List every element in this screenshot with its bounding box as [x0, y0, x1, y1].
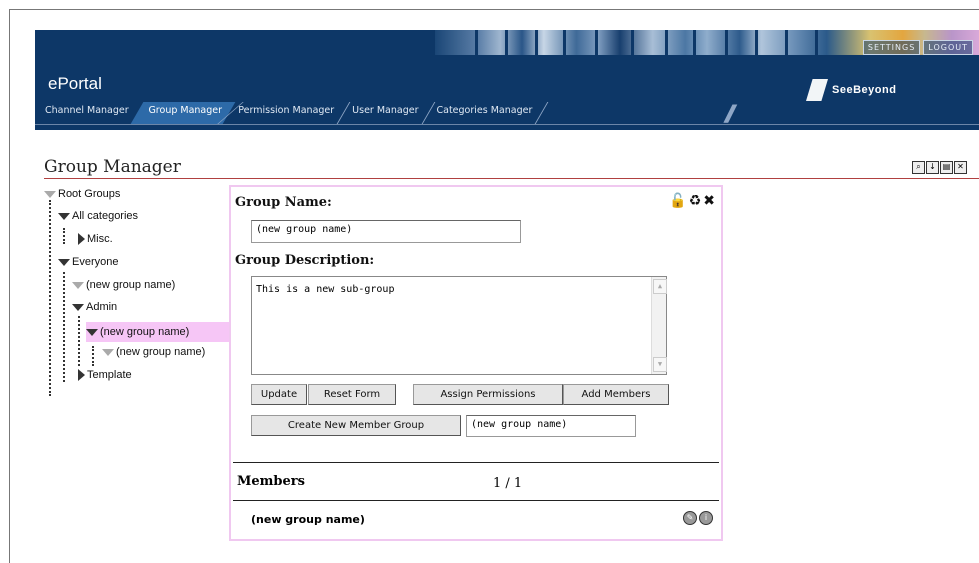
tab-user-manager[interactable]: User Manager [342, 102, 426, 124]
group-description-textarea[interactable]: This is a new sub-group ▲ ▼ [251, 276, 667, 375]
group-name-label: Group Name: [235, 195, 332, 210]
tree-node-everyone[interactable]: Everyone [58, 256, 118, 268]
tab-permission-manager[interactable]: Permission Manager [228, 102, 342, 124]
tree-node-admin-grandchild[interactable]: (new group name) [102, 346, 205, 358]
header-divider [35, 124, 979, 125]
portal-header: SETTINGS LOGOUT ePortal SeeBeyond Channe… [35, 30, 979, 130]
tree-node-template[interactable]: Template [76, 369, 132, 381]
expand-triangle-icon [72, 281, 84, 289]
expand-triangle-icon [58, 258, 70, 266]
brand-name: ePortal [48, 74, 102, 93]
update-button[interactable]: Update [251, 384, 307, 405]
group-description-text: This is a new sub-group [256, 284, 395, 295]
page-title: Group Manager [44, 157, 181, 177]
tab-group-manager[interactable]: Group Manager [130, 102, 235, 124]
seebeyond-logo: SeeBeyond [806, 79, 896, 101]
group-description-label: Group Description: [235, 253, 375, 268]
search-icon[interactable]: ⌕ [912, 161, 925, 174]
expand-triangle-icon [58, 212, 70, 220]
scroll-up-icon[interactable]: ▲ [653, 279, 667, 294]
restore-icon[interactable]: ▤ [940, 161, 953, 174]
tree-node-admin-child-selected[interactable]: (new group name) [86, 322, 230, 342]
expand-triangle-icon [44, 190, 56, 198]
delete-icon[interactable]: ✖ [703, 193, 715, 209]
tree-node-admin[interactable]: Admin [72, 301, 117, 313]
textarea-scrollbar[interactable]: ▲ ▼ [651, 277, 667, 374]
members-label: Members [237, 474, 305, 489]
tree-guide [78, 316, 81, 366]
assign-permissions-button[interactable]: Assign Permissions [413, 384, 563, 405]
reset-form-button[interactable]: Reset Form [308, 384, 396, 405]
close-icon[interactable]: ✕ [954, 161, 967, 174]
members-top-rule [233, 462, 719, 463]
unlock-icon[interactable]: 🔓 [669, 193, 686, 209]
expand-triangle-icon [72, 303, 84, 311]
collapse-triangle-icon [78, 369, 85, 381]
members-row-rule [233, 500, 719, 501]
group-name-input[interactable]: (new group name) [251, 220, 521, 243]
tree-node-root-groups[interactable]: Root Groups [44, 188, 120, 200]
tree-node-all-categories[interactable]: All categories [58, 210, 138, 222]
create-member-group-button[interactable]: Create New Member Group [251, 415, 461, 436]
tree-guide [63, 228, 66, 244]
trash-icon[interactable]: ♻ [689, 193, 702, 209]
logout-link[interactable]: LOGOUT [923, 40, 973, 55]
expand-triangle-icon [86, 328, 98, 336]
tree-node-everyone-child[interactable]: (new group name) [72, 279, 175, 291]
tab-channel-manager[interactable]: Channel Manager [35, 102, 137, 124]
add-members-button[interactable]: Add Members [563, 384, 669, 405]
tree-guide [63, 272, 66, 382]
member-row-icons: ✎ i [683, 511, 713, 525]
member-row-name[interactable]: (new group name) [251, 513, 365, 526]
tree-guide [92, 346, 95, 366]
tree-node-misc[interactable]: Misc. [76, 233, 113, 245]
top-links: SETTINGS LOGOUT [862, 40, 973, 55]
panel-icons: 🔓 ♻ ✖ [669, 193, 715, 209]
info-icon[interactable]: i [699, 511, 713, 525]
new-member-group-input[interactable]: (new group name) [466, 415, 636, 437]
tab-categories-manager[interactable]: Categories Manager [427, 102, 541, 124]
members-page-count: 1 / 1 [493, 476, 523, 491]
window-controls: ⌕ ↓ ▤ ✕ [912, 161, 967, 174]
logo-text: SeeBeyond [832, 84, 897, 96]
tree-guide [49, 200, 52, 396]
collapse-triangle-icon [78, 233, 85, 245]
group-edit-panel: Group Name: 🔓 ♻ ✖ (new group name) Group… [229, 185, 723, 541]
expand-triangle-icon [102, 348, 114, 356]
scroll-down-icon[interactable]: ▼ [653, 357, 667, 372]
edit-member-icon[interactable]: ✎ [683, 511, 697, 525]
settings-link[interactable]: SETTINGS [862, 40, 921, 55]
tab-bar: Channel Manager Group Manager Permission… [35, 102, 540, 124]
logo-mark-icon [806, 79, 828, 101]
minimize-icon[interactable]: ↓ [926, 161, 939, 174]
title-divider [44, 178, 979, 179]
